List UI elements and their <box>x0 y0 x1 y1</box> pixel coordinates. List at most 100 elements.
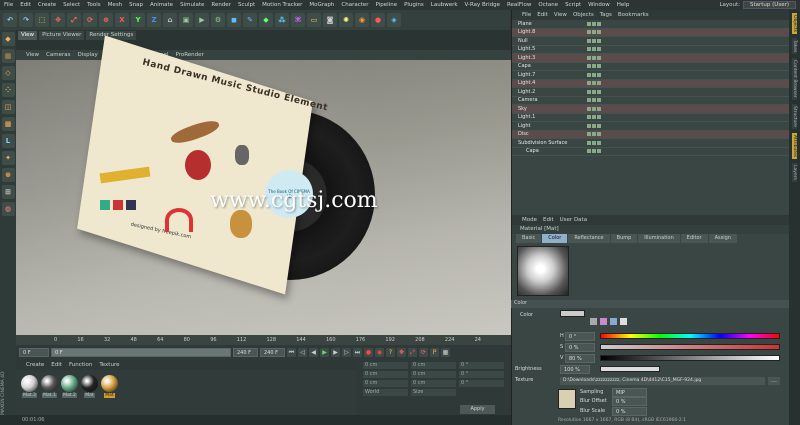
start-frame-field[interactable]: 0 F <box>19 347 49 357</box>
attr-tab-assign[interactable]: Assign <box>708 234 737 243</box>
object-row[interactable]: Light.2 <box>512 88 789 97</box>
polygons-mode-icon[interactable]: ▩ <box>1 117 15 131</box>
menu-script[interactable]: Script <box>565 2 581 8</box>
menu-mesh[interactable]: Mesh <box>108 2 122 8</box>
object-menu-edit[interactable]: Edit <box>537 12 548 18</box>
timeline-window-icon[interactable]: ▦ <box>441 347 450 357</box>
next-key-icon[interactable]: ▷ <box>342 347 351 357</box>
menu-motion-tracker[interactable]: Motion Tracker <box>262 2 302 8</box>
menu-character[interactable]: Character <box>341 2 368 8</box>
current-frame-field[interactable]: 0 F <box>51 347 231 357</box>
menu-plugins[interactable]: Plugins <box>404 2 424 8</box>
layout-value[interactable]: Startup (User) <box>743 1 796 9</box>
keyframe-selection-icon[interactable]: ? <box>386 347 395 357</box>
x-axis-icon[interactable]: X <box>115 13 129 27</box>
viewport-menu-view[interactable]: View <box>26 52 39 58</box>
viewport-menu-cameras[interactable]: Cameras <box>46 52 70 58</box>
object-menu-tags[interactable]: Tags <box>600 12 612 18</box>
coord-h-rot[interactable]: 0 ° <box>459 362 504 369</box>
points-mode-icon[interactable]: ⁘ <box>1 83 15 97</box>
coord-mode-world[interactable]: World <box>363 389 408 396</box>
side-tab-takes[interactable]: Takes <box>792 38 797 55</box>
brightness-field[interactable]: 100 % <box>560 365 590 374</box>
material-menu-create[interactable]: Create <box>26 362 44 368</box>
rotation-key-icon[interactable]: ⟳ <box>419 347 428 357</box>
material-menu-function[interactable]: Function <box>69 362 92 368</box>
material-item[interactable]: Mat <box>101 375 118 410</box>
prev-frame-icon[interactable]: ◀ <box>309 347 318 357</box>
menu-window[interactable]: Window <box>588 2 610 8</box>
brightness-slider[interactable] <box>600 366 660 372</box>
attr-tab-bump[interactable]: Bump <box>610 234 638 243</box>
value-field[interactable]: 80 % <box>565 354 595 363</box>
snap-icon[interactable]: ⊗ <box>1 168 15 182</box>
menu-simulate[interactable]: Simulate <box>180 2 204 8</box>
coord-z-pos[interactable]: 0 cm <box>363 380 408 387</box>
hue-field[interactable]: 0 ° <box>565 332 595 341</box>
coord-x-size[interactable]: 0 cm <box>411 362 456 369</box>
object-row[interactable]: Light.4 <box>512 79 789 88</box>
last-frame-icon[interactable]: ⏭ <box>353 347 362 357</box>
coord-mode-size[interactable]: Size <box>411 389 456 396</box>
blur-offset-field[interactable]: 0 % <box>612 397 647 406</box>
cube-icon[interactable]: ◼ <box>227 13 241 27</box>
render-settings-icon[interactable]: ⚙ <box>211 13 225 27</box>
material-item[interactable]: Mat.2 <box>61 375 78 410</box>
rgb-icon[interactable] <box>610 318 617 325</box>
object-row[interactable]: Null <box>512 37 789 46</box>
object-row[interactable]: Light.5 <box>512 46 789 54</box>
object-menu-view[interactable]: View <box>554 12 567 18</box>
object-row[interactable]: Capa <box>512 63 789 71</box>
menu-help[interactable]: Help <box>617 2 630 8</box>
material-menu-edit[interactable]: Edit <box>51 362 62 368</box>
object-row[interactable]: Capa <box>512 148 789 156</box>
play-icon[interactable]: ▶ <box>320 347 329 357</box>
object-row[interactable]: Light.3 <box>512 54 789 63</box>
transform-icon[interactable]: ⊕ <box>99 13 113 27</box>
menu-render[interactable]: Render <box>211 2 231 8</box>
menu-mograph[interactable]: MoGraph <box>309 2 334 8</box>
end-frame-field-2[interactable]: 240 F <box>260 347 285 357</box>
menu-animate[interactable]: Animate <box>150 2 173 8</box>
menu-octane[interactable]: Octane <box>538 2 558 8</box>
live-select-icon[interactable]: ⬚ <box>35 13 49 27</box>
first-frame-icon[interactable]: ⏮ <box>287 347 296 357</box>
coord-y-size[interactable]: 0 cm <box>411 371 456 378</box>
next-frame-icon[interactable]: ▶ <box>331 347 340 357</box>
lock-icon[interactable]: ⊞ <box>1 185 15 199</box>
edges-mode-icon[interactable]: ◫ <box>1 100 15 114</box>
attribute-menu-user-data[interactable]: User Data <box>560 217 587 223</box>
object-row[interactable]: Light.1 <box>512 114 789 122</box>
object-row[interactable]: Camera <box>512 97 789 105</box>
end-frame-field[interactable]: 240 F <box>233 347 258 357</box>
menu-edit[interactable]: Edit <box>20 2 31 8</box>
coord-z-size[interactable]: 0 cm <box>411 380 456 387</box>
z-axis-icon[interactable]: Z <box>147 13 161 27</box>
array-icon[interactable]: ⁂ <box>275 13 289 27</box>
position-key-icon[interactable]: ✥ <box>397 347 406 357</box>
light-icon[interactable]: ✺ <box>339 13 353 27</box>
deformer-icon[interactable]: ⌘ <box>291 13 305 27</box>
picker-icon[interactable] <box>600 318 607 325</box>
apply-button[interactable]: Apply <box>460 405 495 414</box>
viewport-menu-display[interactable]: Display <box>78 52 98 58</box>
redo-icon[interactable]: ↷ <box>19 13 33 27</box>
menu-file[interactable]: File <box>4 2 13 8</box>
tag-icon[interactable]: ◈ <box>387 13 401 27</box>
object-menu-objects[interactable]: Objects <box>573 12 594 18</box>
enable-axis-icon[interactable]: L <box>1 134 15 148</box>
material-item[interactable]: Mat.3 <box>21 375 38 410</box>
blur-scale-field[interactable]: 0 % <box>612 407 647 416</box>
param-key-icon[interactable]: P <box>430 347 439 357</box>
coord-b-rot[interactable]: 0 ° <box>459 380 504 387</box>
side-tab-attributes[interactable]: Attributes <box>792 132 797 160</box>
subdivision-icon[interactable]: ◆ <box>259 13 273 27</box>
menu-laubwerk[interactable]: Laubwerk <box>431 2 458 8</box>
saturation-field[interactable]: 0 % <box>565 343 595 352</box>
attr-tab-basic[interactable]: Basic <box>516 234 542 243</box>
tab-view[interactable]: View <box>18 31 38 40</box>
octane-icon[interactable]: ◉ <box>355 13 369 27</box>
tab-picture-viewer[interactable]: Picture Viewer <box>39 31 85 40</box>
spectrum-icon[interactable] <box>590 318 597 325</box>
pen-icon[interactable]: ✎ <box>243 13 257 27</box>
